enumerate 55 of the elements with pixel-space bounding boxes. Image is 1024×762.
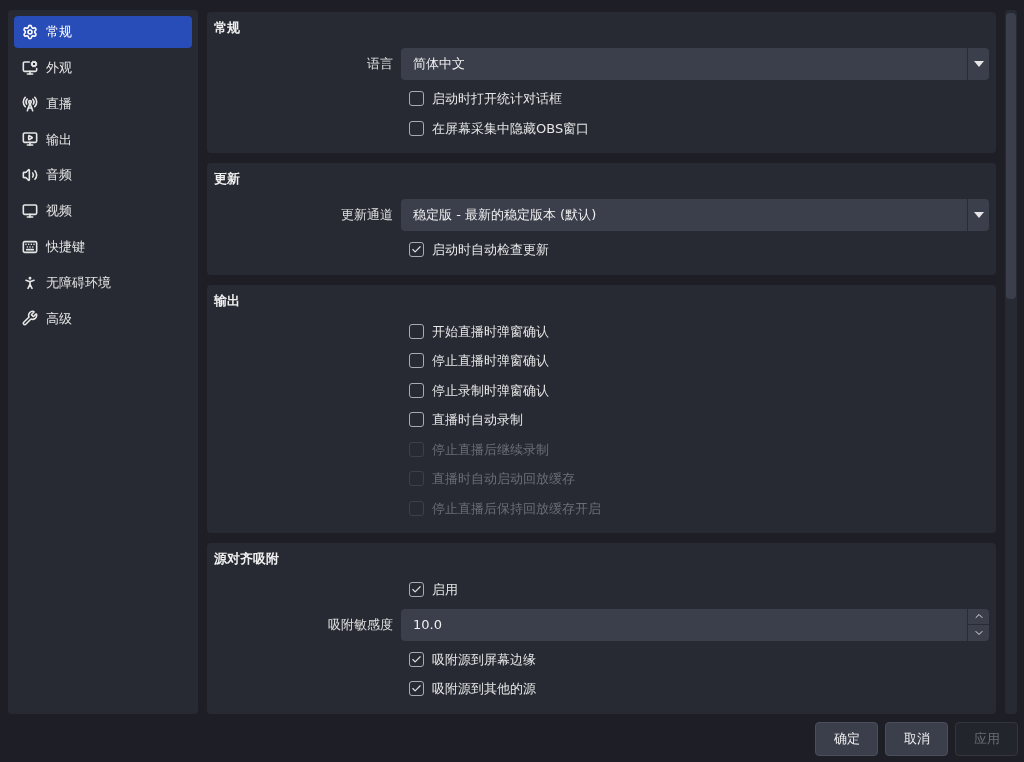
- sidebar-item[interactable]: 音频: [14, 159, 192, 192]
- section-title: 更新: [214, 170, 241, 188]
- sidebar-item[interactable]: 直播: [14, 87, 192, 120]
- sidebar-item[interactable]: 输出: [14, 123, 192, 156]
- field-label: 吸附敏感度: [327, 615, 394, 634]
- dropdown-arrow-icon: [973, 61, 984, 67]
- checkbox[interactable]: [409, 412, 424, 428]
- checkbox-label: 直播时自动启动回放缓存: [432, 470, 575, 488]
- sidebar-item[interactable]: 高级: [14, 302, 192, 335]
- dropdown[interactable]: 简体中文: [401, 48, 989, 80]
- checkbox[interactable]: [409, 582, 424, 598]
- checkbox-label: 直播时自动录制: [432, 411, 523, 429]
- number-field[interactable]: 10.0: [401, 608, 989, 641]
- checkbox[interactable]: [409, 242, 424, 258]
- dropdown[interactable]: 稳定版 - 最新的稳定版本 (默认): [401, 199, 989, 231]
- keyboard-icon: [22, 238, 38, 255]
- sidebar-item[interactable]: 外观: [14, 51, 192, 84]
- checkbox-label: 启动时打开统计对话框: [432, 90, 562, 108]
- checkbox-label: 吸附源到屏幕边缘: [432, 650, 536, 669]
- section-title: 常规: [214, 19, 241, 37]
- checkbox-label: 停止录制时弹窗确认: [432, 381, 549, 400]
- dialog-button[interactable]: 确定: [815, 722, 878, 756]
- accessibility-icon: [22, 274, 38, 291]
- gear-icon: [22, 24, 38, 40]
- checkmark-icon: [411, 653, 422, 665]
- checkbox[interactable]: [409, 120, 424, 136]
- checkbox[interactable]: [409, 681, 424, 697]
- checkbox-label: 开始直播时弹窗确认: [432, 322, 549, 341]
- dialog-button[interactable]: 取消: [885, 722, 948, 756]
- checkbox[interactable]: [409, 91, 424, 107]
- sidebar-item[interactable]: 常规: [14, 16, 192, 48]
- checkbox-label: 在屏幕采集中隐藏OBS窗口: [432, 119, 590, 138]
- section-title: 输出: [214, 291, 241, 310]
- section-title: 源对齐吸附: [214, 550, 280, 568]
- monitor-icon: [22, 203, 38, 219]
- field-label: 语言: [366, 55, 394, 74]
- sidebar-item[interactable]: 快捷键: [14, 230, 192, 263]
- sidebar-item[interactable]: 无障碍环境: [14, 266, 192, 299]
- checkbox-label: 停止直播后继续录制: [432, 440, 549, 459]
- checkbox[interactable]: [409, 651, 424, 667]
- tools-icon: [22, 310, 38, 327]
- field-label: 更新通道: [340, 206, 394, 225]
- dropdown-arrow-icon: [973, 212, 984, 218]
- checkbox[interactable]: [409, 323, 424, 339]
- checkbox-label: 停止直播后保持回放缓存开启: [432, 499, 601, 518]
- checkbox-label: 停止直播时弹窗确认: [432, 352, 549, 370]
- checkbox-label: 启用: [432, 581, 458, 599]
- checkbox-label: 吸附源到其他的源: [432, 680, 536, 698]
- antenna-icon: [22, 95, 38, 112]
- speaker-icon: [22, 167, 38, 184]
- checkbox[interactable]: [409, 382, 424, 398]
- checkbox-label: 启动时自动检查更新: [432, 241, 549, 259]
- scrollbar[interactable]: [1005, 10, 1017, 714]
- sidebar-item[interactable]: 视频: [14, 195, 192, 227]
- checkbox[interactable]: [409, 353, 424, 369]
